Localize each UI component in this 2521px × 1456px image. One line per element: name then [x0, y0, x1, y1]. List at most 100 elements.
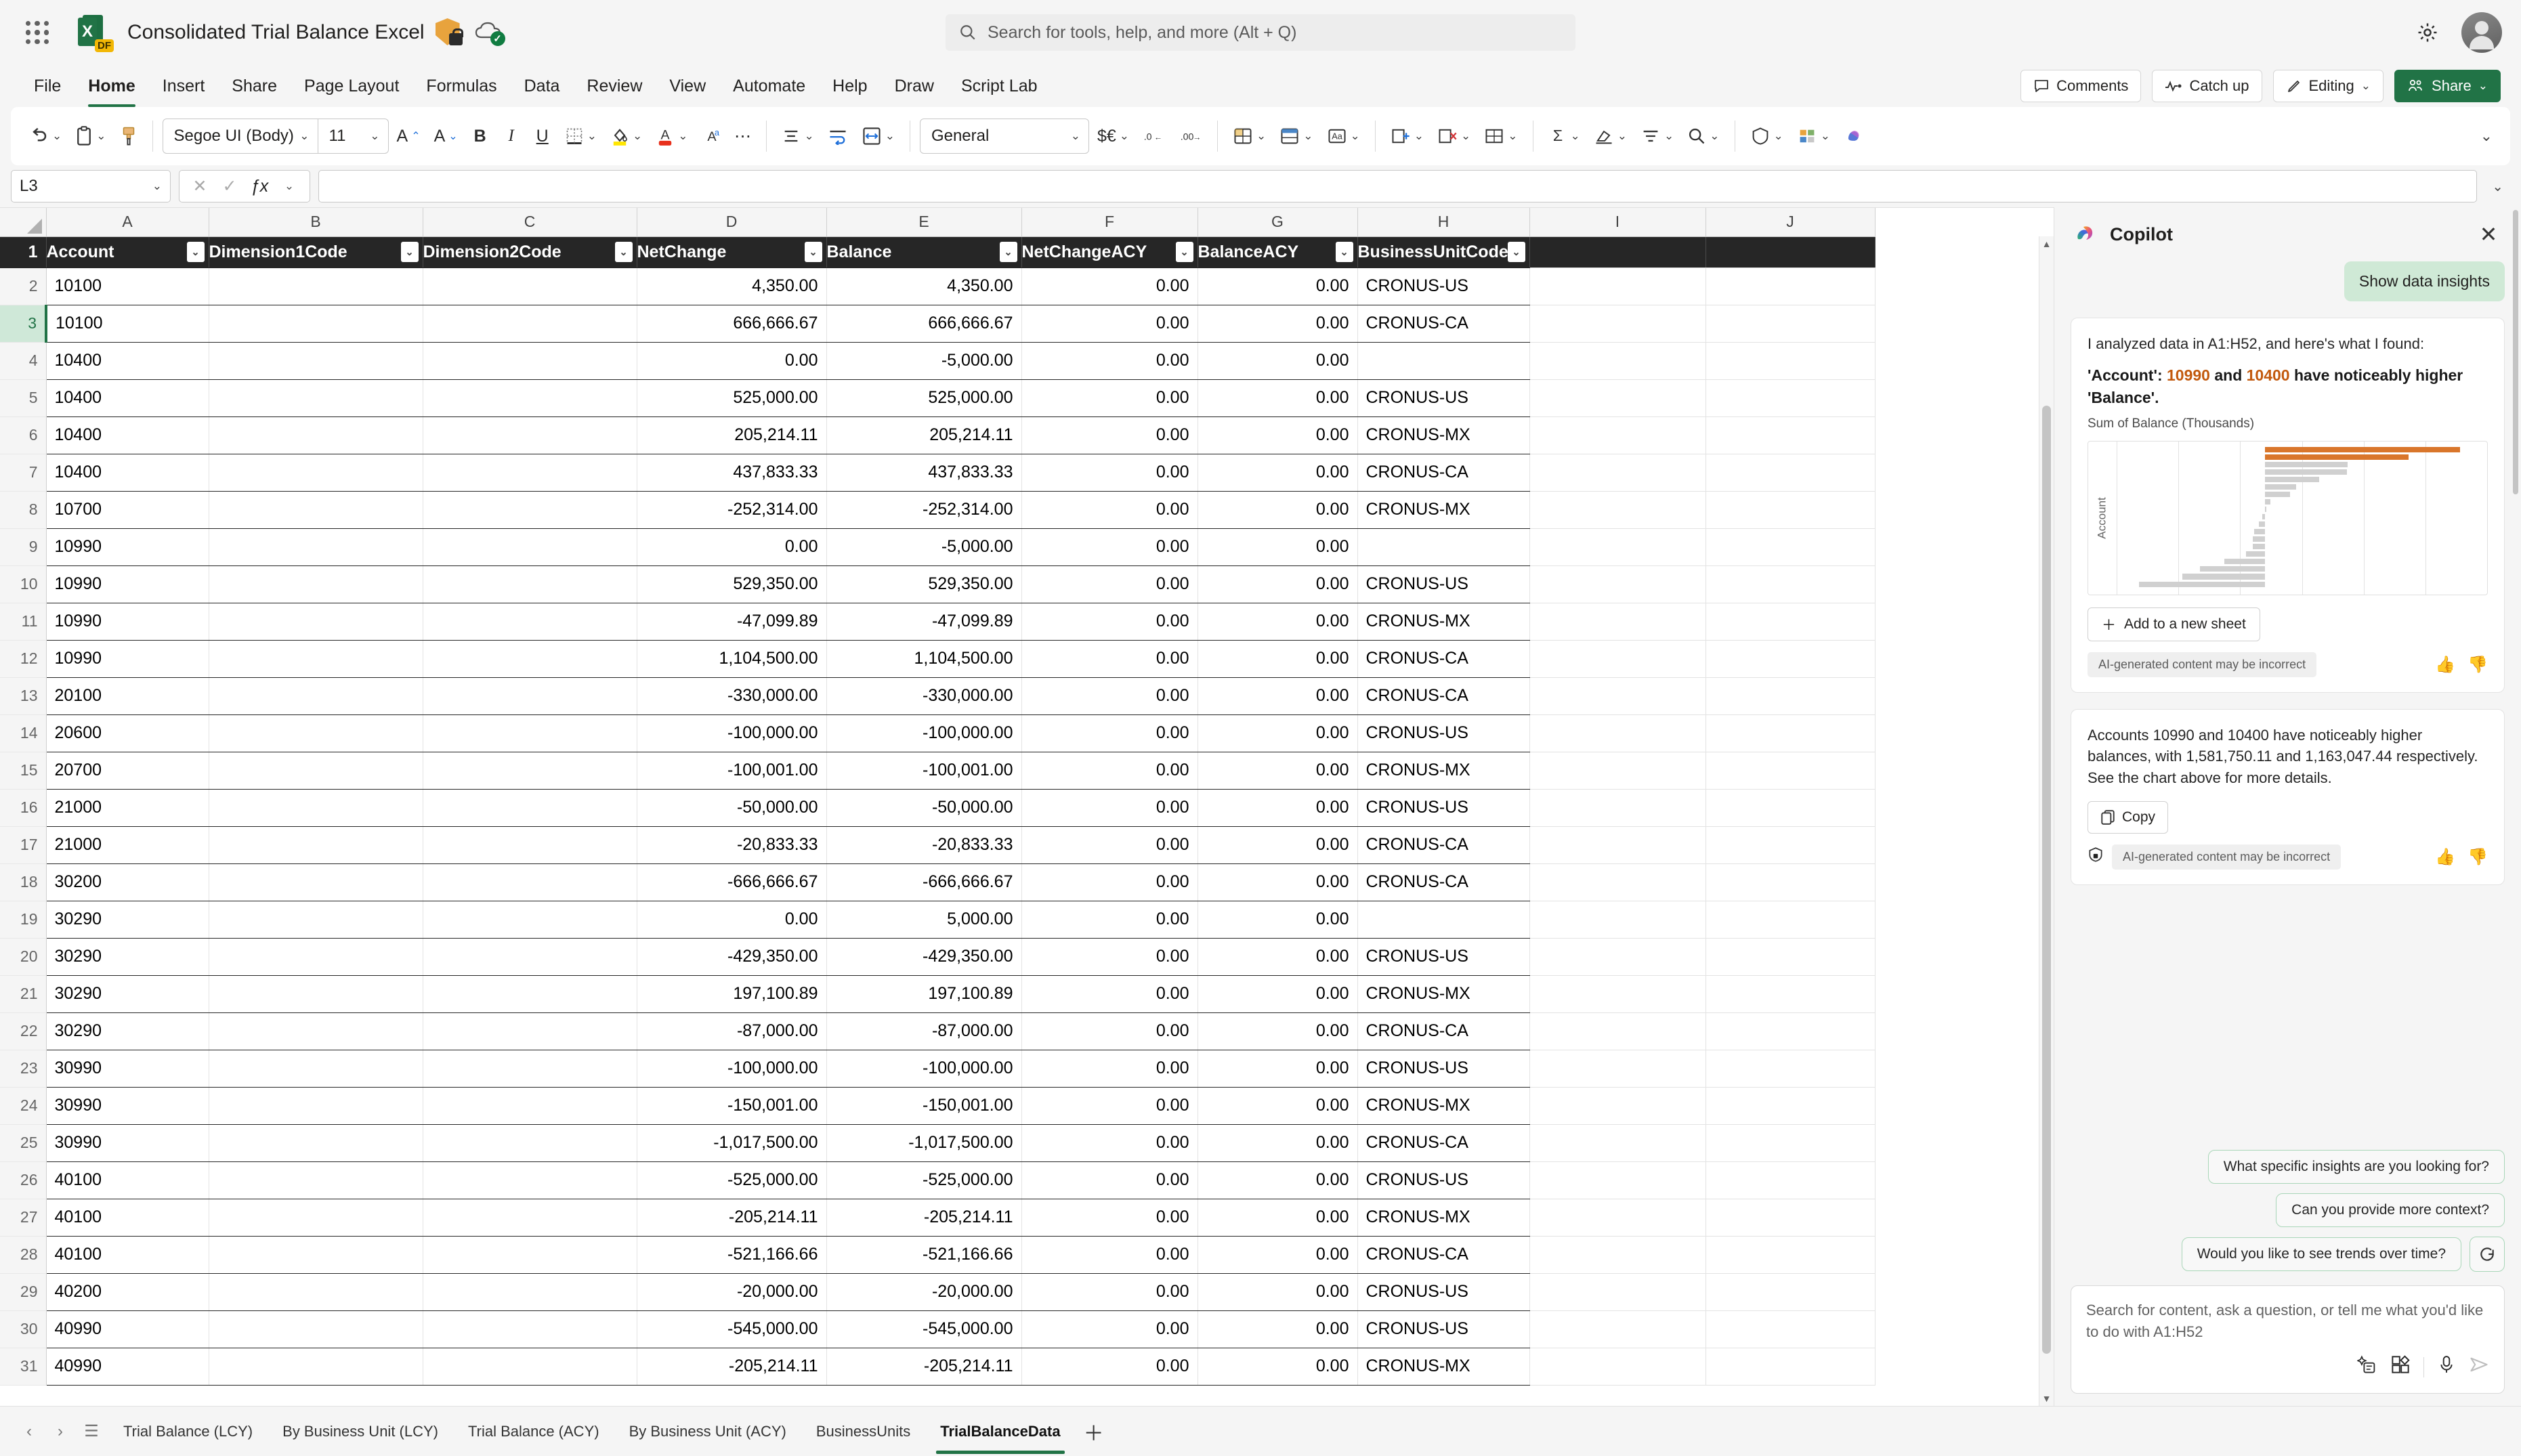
- font-size-select[interactable]: 11 ⌄: [318, 119, 389, 154]
- grid-cell[interactable]: [1706, 640, 1876, 678]
- formula-input[interactable]: [318, 170, 2478, 202]
- copilot-composer[interactable]: Search for content, ask a question, or t…: [2071, 1285, 2505, 1394]
- table-column-header[interactable]: Dimension2Code ⌄: [423, 236, 637, 268]
- grid-cell[interactable]: [423, 267, 637, 305]
- add-to-new-sheet-button[interactable]: ＋ Add to a new sheet: [2088, 607, 2260, 641]
- row-header-17[interactable]: 17: [0, 826, 47, 864]
- grid-cell[interactable]: [1529, 1310, 1706, 1348]
- grid-cell[interactable]: [1706, 379, 1876, 417]
- row-header-30[interactable]: 30: [0, 1310, 47, 1348]
- grid-cell[interactable]: 0.00: [1198, 454, 1358, 492]
- grid-cell[interactable]: 0.00: [1198, 789, 1358, 827]
- grid-cell[interactable]: [423, 1199, 637, 1237]
- grid-cell[interactable]: -50,000.00: [637, 789, 827, 827]
- grid-cell[interactable]: [1529, 938, 1706, 976]
- filter-dropdown-icon[interactable]: ⌄: [614, 242, 633, 262]
- grid-cell[interactable]: [1706, 1348, 1876, 1386]
- table-row[interactable]: 10 10990 529,350.00 529,350.00 0.00 0.00 CRONU…: [0, 565, 1876, 603]
- grid-cell[interactable]: 1,104,500.00: [637, 640, 827, 678]
- table-row[interactable]: 2 10100 4,350.00 4,350.00 0.00 0.00 CRONUS-US: [0, 267, 1876, 305]
- grid-cell[interactable]: [423, 863, 637, 901]
- grid-cell[interactable]: [209, 901, 423, 939]
- grid-cell[interactable]: [209, 938, 423, 976]
- grid-cell[interactable]: [1529, 826, 1706, 864]
- row-header-5[interactable]: 5: [0, 379, 47, 417]
- grid-cell[interactable]: 0.00: [1021, 677, 1198, 715]
- grid-cell[interactable]: 0.00: [1198, 379, 1358, 417]
- cancel-icon[interactable]: ✕: [186, 173, 213, 200]
- wrap-text-icon[interactable]: [822, 117, 853, 155]
- grid-cell[interactable]: 205,214.11: [637, 416, 827, 454]
- grid-cell[interactable]: -20,833.33: [826, 826, 1022, 864]
- row-header-25[interactable]: 25: [0, 1124, 47, 1162]
- grid-cell[interactable]: [209, 1087, 423, 1125]
- grid-cell[interactable]: 10100: [46, 267, 209, 305]
- grid-cell[interactable]: 0.00: [1021, 1199, 1198, 1237]
- user-avatar[interactable]: [2461, 12, 2502, 53]
- grid-cell[interactable]: -545,000.00: [637, 1310, 827, 1348]
- close-icon[interactable]: ✕: [2474, 219, 2503, 249]
- filter-dropdown-icon[interactable]: ⌄: [999, 242, 1017, 262]
- sheet-tab-trial-balance-lcy[interactable]: Trial Balance (LCY): [108, 1415, 268, 1449]
- grid-cell[interactable]: -20,833.33: [637, 826, 827, 864]
- grid-cell[interactable]: 0.00: [1021, 640, 1198, 678]
- grid-cell[interactable]: 0.00: [1021, 863, 1198, 901]
- grid-cell[interactable]: CRONUS-MX: [1357, 1087, 1530, 1125]
- grid-cell[interactable]: CRONUS-MX: [1357, 1199, 1530, 1237]
- cloud-saved-icon[interactable]: ✓: [475, 18, 506, 47]
- grid-cell[interactable]: 0.00: [637, 342, 827, 380]
- grid-cell[interactable]: [1706, 491, 1876, 529]
- table-row[interactable]: 29 40200 -20,000.00 -20,000.00 0.00 0.00 CRONU…: [0, 1273, 1876, 1311]
- grid-cell[interactable]: 0.00: [1021, 267, 1198, 305]
- align-icon[interactable]: ⌄: [776, 117, 819, 155]
- ribbon-tab-data[interactable]: Data: [511, 71, 574, 102]
- sheet-tab-businessunits[interactable]: BusinessUnits: [801, 1415, 925, 1449]
- grid-cell[interactable]: [1706, 528, 1876, 566]
- grid-cell[interactable]: [209, 1124, 423, 1162]
- grid-cell[interactable]: [209, 975, 423, 1013]
- grid-cell[interactable]: 437,833.33: [826, 454, 1022, 492]
- suggestion-chip[interactable]: Can you provide more context?: [2276, 1193, 2505, 1227]
- grid-cell[interactable]: -100,001.00: [637, 752, 827, 790]
- table-column-header[interactable]: NetChange ⌄: [637, 236, 827, 268]
- grid-cell[interactable]: CRONUS-US: [1357, 565, 1530, 603]
- grid-cell[interactable]: 10400: [46, 342, 209, 380]
- filter-dropdown-icon[interactable]: ⌄: [400, 242, 419, 262]
- grid-cell[interactable]: [1706, 603, 1876, 641]
- grid-cell[interactable]: [1529, 1124, 1706, 1162]
- grid-cell[interactable]: [423, 1236, 637, 1274]
- grid-cell[interactable]: 529,350.00: [826, 565, 1022, 603]
- grid-cell[interactable]: 0.00: [1198, 1199, 1358, 1237]
- grid-cell[interactable]: 10700: [46, 491, 209, 529]
- row-header-9[interactable]: 9: [0, 528, 47, 566]
- empty-cell[interactable]: [1529, 236, 1706, 268]
- grid-cell[interactable]: [209, 1310, 423, 1348]
- grid-cell[interactable]: CRONUS-CA: [1357, 1124, 1530, 1162]
- grid-cell[interactable]: 0.00: [1198, 1161, 1358, 1199]
- send-icon[interactable]: [2469, 1356, 2489, 1378]
- insert-function-icon[interactable]: ƒx: [246, 173, 273, 200]
- row-header-15[interactable]: 15: [0, 752, 47, 790]
- grid-cell[interactable]: [209, 454, 423, 492]
- grid-cell[interactable]: 10400: [46, 416, 209, 454]
- shrink-font-icon[interactable]: A ⌄: [429, 117, 463, 155]
- grid-cell[interactable]: [1529, 1273, 1706, 1311]
- grid-cell[interactable]: CRONUS-US: [1357, 379, 1530, 417]
- grid-cell[interactable]: -47,099.89: [637, 603, 827, 641]
- grid-cell[interactable]: CRONUS-US: [1357, 789, 1530, 827]
- row-header-6[interactable]: 6: [0, 416, 47, 454]
- grid-cell[interactable]: 0.00: [1198, 826, 1358, 864]
- grid-cell[interactable]: [1706, 1012, 1876, 1050]
- table-row[interactable]: 6 10400 205,214.11 205,214.11 0.00 0.00 CRONUS…: [0, 416, 1876, 454]
- grid-cell[interactable]: [423, 752, 637, 790]
- grid-cell[interactable]: [209, 752, 423, 790]
- empty-cell[interactable]: [1706, 236, 1876, 268]
- grid-cell[interactable]: [1529, 1348, 1706, 1386]
- grid-cell[interactable]: 0.00: [1021, 1310, 1198, 1348]
- grid-cell[interactable]: CRONUS-MX: [1357, 752, 1530, 790]
- grid-cell[interactable]: -100,000.00: [637, 1050, 827, 1088]
- scroll-down-icon[interactable]: ▼: [2039, 1391, 2054, 1406]
- grid-cell[interactable]: -100,000.00: [826, 1050, 1022, 1088]
- table-row[interactable]: 3 10100 666,666.67 666,666.67 0.00 0.00 CRONUS…: [0, 305, 1876, 343]
- grid-cell[interactable]: 0.00: [1198, 342, 1358, 380]
